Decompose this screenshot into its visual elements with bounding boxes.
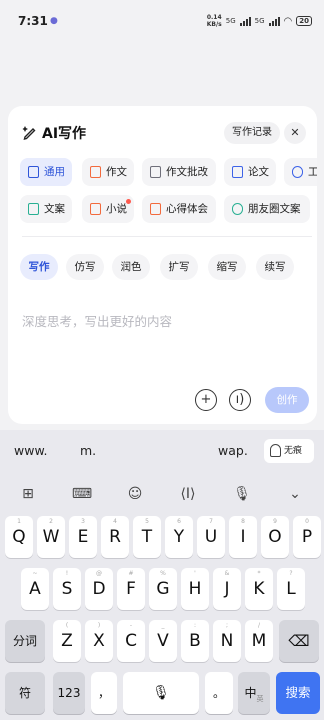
category-novel[interactable]: 小说 xyxy=(82,195,134,223)
key-j[interactable]: & J xyxy=(213,568,241,610)
mode-polish[interactable]: 润色 xyxy=(112,254,150,280)
segment-key[interactable]: 分词 xyxy=(5,620,45,662)
key-u[interactable]: 7U xyxy=(197,516,225,558)
status-bar: 7:31 ● 0.14 KB/s 5G 5G ◠ 20 xyxy=(0,0,324,44)
key-q[interactable]: 1Q xyxy=(5,516,33,558)
grid-menu-icon[interactable]: ⊞ xyxy=(16,482,40,506)
key-o[interactable]: 9O xyxy=(261,516,289,558)
numbers-key[interactable]: 123 xyxy=(53,672,85,714)
key-k[interactable]: * K xyxy=(245,568,273,610)
key-m[interactable]: / M xyxy=(245,620,273,662)
document-icon xyxy=(28,166,39,178)
key-n[interactable]: ; N xyxy=(213,620,241,662)
key-s[interactable]: ! S xyxy=(53,568,81,610)
key-t[interactable]: 5T xyxy=(133,516,161,558)
category-thesis[interactable]: 论文 xyxy=(224,158,276,186)
keyboard: www. m. wap. 无痕 ⊞ ⌨ ☺ ⟨I⟩ 🎙 ⌄ 1Q 2W 3E 4… xyxy=(0,430,324,720)
work-icon xyxy=(292,166,303,178)
category-reflection[interactable]: 心得体会 xyxy=(142,195,216,223)
mode-expand[interactable]: 扩写 xyxy=(160,254,198,280)
microphone-icon[interactable]: 🎙 xyxy=(230,482,254,506)
key-b[interactable]: :B xyxy=(181,620,209,662)
create-button[interactable]: 创作 xyxy=(265,387,309,413)
net-label-2: 5G xyxy=(254,17,265,25)
key-c[interactable]: -C xyxy=(117,620,145,662)
key-a[interactable]: ~ A xyxy=(21,568,49,610)
microphone-icon: 🎙 xyxy=(152,685,170,701)
ai-writing-card: AI写作 写作记录 ✕ 通用 作文 作文批改 论文 工 文案 小说 心得体会 朋… xyxy=(8,106,317,424)
mode-condense[interactable]: 缩写 xyxy=(208,254,246,280)
signal-icon xyxy=(239,16,251,26)
key-f[interactable]: # F xyxy=(117,568,145,610)
mode-continue[interactable]: 续写 xyxy=(256,254,294,280)
key-d[interactable]: @ D xyxy=(85,568,113,610)
divider xyxy=(22,236,312,237)
ghost-icon xyxy=(270,444,281,457)
key-g[interactable]: % G xyxy=(149,568,177,610)
category-essay-correction[interactable]: 作文批改 xyxy=(142,158,216,186)
mode-imitate[interactable]: 仿写 xyxy=(66,254,104,280)
pen-sparkle-icon xyxy=(22,126,36,140)
correction-icon xyxy=(150,166,161,178)
symbols-key[interactable]: 符 xyxy=(5,672,45,714)
card-title: AI写作 xyxy=(42,126,87,142)
key-h[interactable]: ' H xyxy=(181,568,209,610)
notification-icon: ● xyxy=(50,16,58,26)
keyboard-layout-icon[interactable]: ⌨ xyxy=(70,482,94,506)
book-icon xyxy=(90,203,101,215)
add-icon[interactable]: + xyxy=(195,389,217,411)
key-p[interactable]: 0P xyxy=(293,516,321,558)
wifi-icon: ◠ xyxy=(283,15,293,27)
prompt-input[interactable]: 深度思考，写出更好的内容 xyxy=(22,311,172,330)
new-badge-dot xyxy=(126,199,131,204)
suggestion-wap[interactable]: wap. xyxy=(218,430,248,472)
key-v[interactable]: _ V xyxy=(149,620,177,662)
status-indicators: 0.14 KB/s 5G 5G ◠ 20 xyxy=(207,14,312,28)
signal-icon-2 xyxy=(268,16,280,26)
essay-icon xyxy=(90,166,101,178)
category-essay[interactable]: 作文 xyxy=(82,158,134,186)
moments-icon xyxy=(232,203,243,215)
key-z[interactable]: (Z xyxy=(53,620,81,662)
key-l[interactable]: ? L xyxy=(277,568,305,610)
backspace-icon[interactable]: ⌫ xyxy=(279,620,319,662)
category-moments[interactable]: 朋友圈文案 xyxy=(224,195,310,223)
emoji-icon[interactable]: ☺ xyxy=(123,482,147,506)
copywriting-icon xyxy=(28,203,39,215)
key-y[interactable]: 6Y xyxy=(165,516,193,558)
writing-records-button[interactable]: 写作记录 xyxy=(224,122,280,144)
language-switch-key[interactable]: 中英 xyxy=(238,672,270,714)
battery-icon: 20 xyxy=(296,16,312,26)
period-key[interactable]: 。 xyxy=(205,672,233,714)
status-time: 7:31 xyxy=(18,14,48,28)
voice-wave-icon[interactable]: ı) xyxy=(229,389,251,411)
net-label-1: 5G xyxy=(225,17,236,25)
category-copywriting[interactable]: 文案 xyxy=(20,195,72,223)
cursor-move-icon[interactable]: ⟨I⟩ xyxy=(176,482,200,506)
key-e[interactable]: 3E xyxy=(69,516,97,558)
key-r[interactable]: 4R xyxy=(101,516,129,558)
comma-key[interactable]: ， xyxy=(91,672,117,714)
suggestion-m[interactable]: m. xyxy=(80,430,96,472)
category-general[interactable]: 通用 xyxy=(20,158,72,186)
key-x[interactable]: ) X xyxy=(85,620,113,662)
reflection-icon xyxy=(150,203,161,215)
close-button[interactable]: ✕ xyxy=(284,122,306,144)
mode-write[interactable]: 写作 xyxy=(20,254,58,280)
key-i[interactable]: 8I xyxy=(229,516,257,558)
category-work[interactable]: 工 xyxy=(284,158,317,186)
suggestion-www[interactable]: www. xyxy=(14,430,48,472)
network-speed: 0.14 KB/s xyxy=(206,14,222,28)
space-key[interactable]: 🎙 xyxy=(123,672,199,714)
incognito-button[interactable]: 无痕 xyxy=(264,439,314,463)
search-key[interactable]: 搜索 xyxy=(276,672,320,714)
collapse-keyboard-icon[interactable]: ⌄ xyxy=(283,482,307,506)
key-w[interactable]: 2W xyxy=(37,516,65,558)
thesis-icon xyxy=(232,166,243,178)
